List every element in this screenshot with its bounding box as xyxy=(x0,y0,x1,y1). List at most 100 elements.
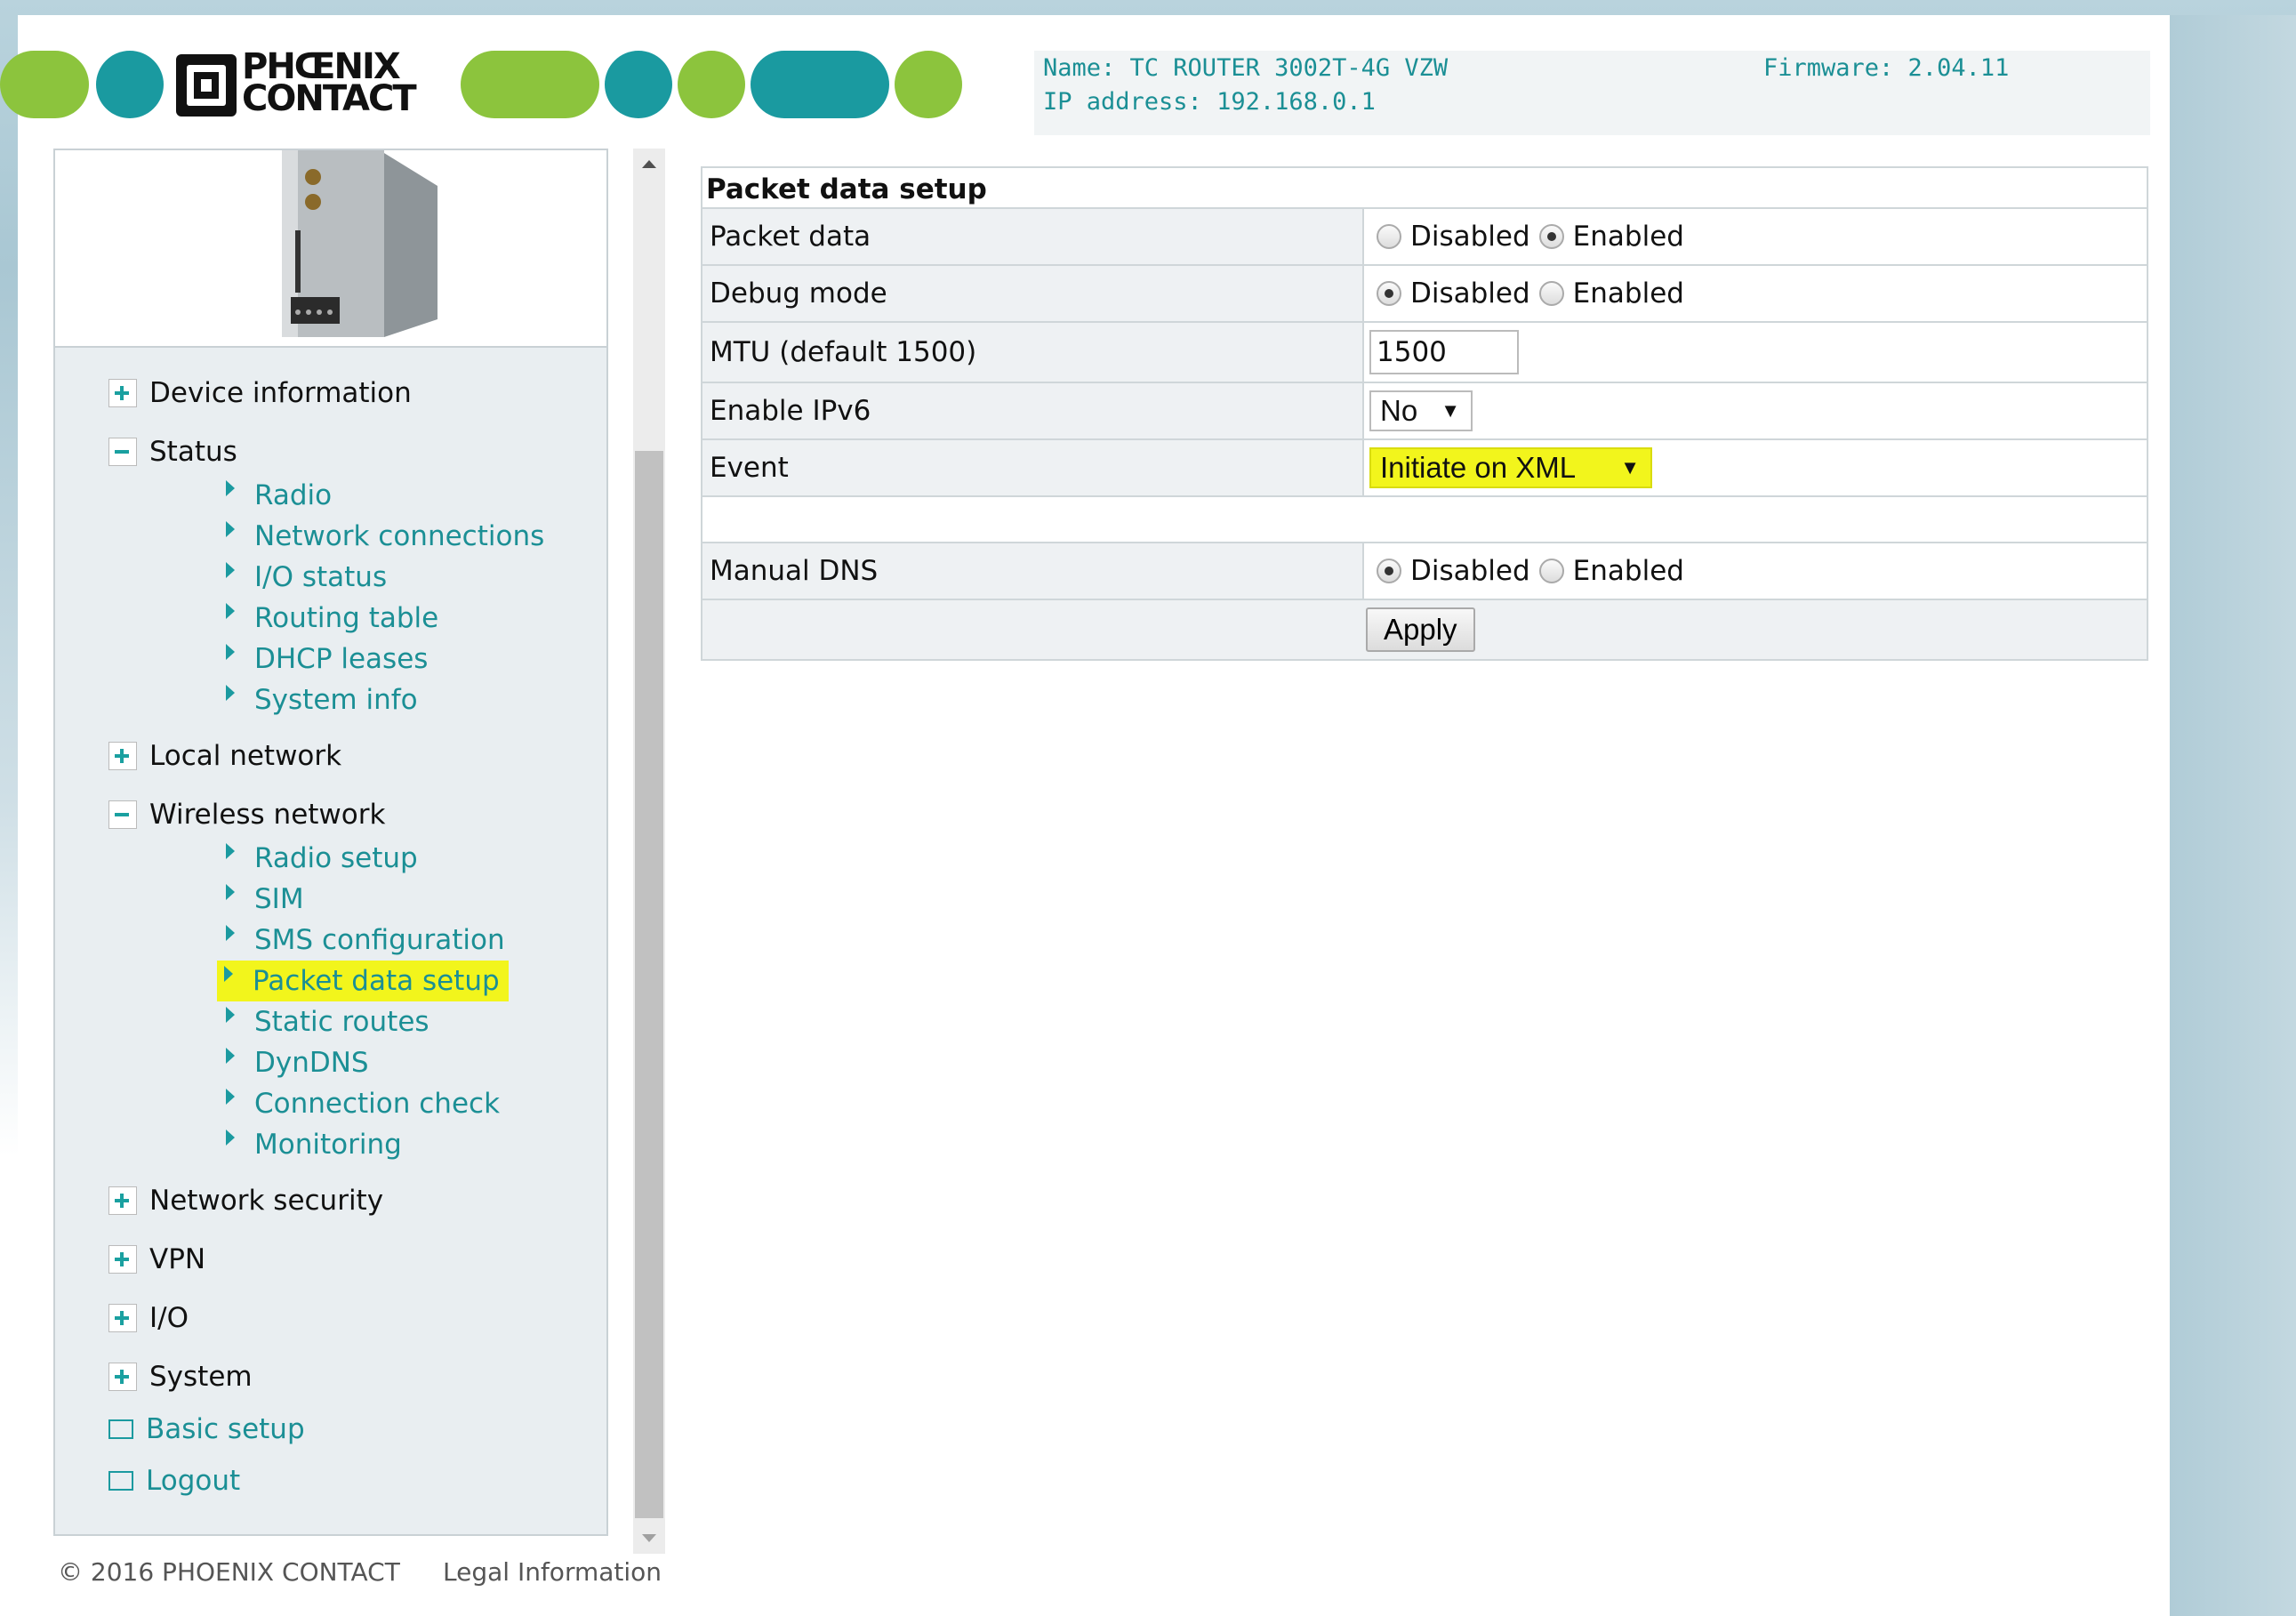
row-mtu: MTU (default 1500) 1500 xyxy=(702,323,2147,383)
nav-logout[interactable]: Logout xyxy=(108,1465,240,1497)
radio-label: Enabled xyxy=(1572,221,1684,253)
minus-icon[interactable] xyxy=(108,800,137,829)
field-value: Initiate on XML ▼ xyxy=(1364,440,2147,495)
minus-icon[interactable] xyxy=(108,438,137,466)
mtu-input[interactable]: 1500 xyxy=(1369,330,1519,374)
nav-label: DHCP leases xyxy=(254,643,429,675)
row-debug-mode: Debug mode Disabled Enabled xyxy=(702,266,2147,323)
field-value: 1500 xyxy=(1364,323,2147,382)
field-label: Event xyxy=(702,440,1364,495)
nav-status[interactable]: Status xyxy=(108,436,237,468)
field-value: Disabled Enabled xyxy=(1364,209,2147,264)
field-label: Enable IPv6 xyxy=(702,383,1364,438)
arrow-right-icon xyxy=(226,884,235,900)
arrow-right-icon xyxy=(226,644,235,660)
nav-label: Radio xyxy=(254,479,333,511)
radio-enabled[interactable] xyxy=(1538,224,1564,249)
radio-label: Disabled xyxy=(1410,277,1530,310)
row-event: Event Initiate on XML ▼ xyxy=(702,440,2147,497)
nav-io[interactable]: I/O xyxy=(108,1302,189,1334)
select-value: Initiate on XML xyxy=(1380,451,1577,484)
nav-io-status[interactable]: I/O status xyxy=(226,561,387,593)
nav-label: Local network xyxy=(149,740,342,772)
radio-enabled[interactable] xyxy=(1538,559,1564,583)
nav-monitoring[interactable]: Monitoring xyxy=(226,1129,402,1161)
nav-device-information[interactable]: Device information xyxy=(108,377,412,409)
nav-radio-setup[interactable]: Radio setup xyxy=(226,842,418,874)
field-label: MTU (default 1500) xyxy=(702,323,1364,382)
plus-icon[interactable] xyxy=(108,1186,137,1215)
row-manual-dns: Manual DNS Disabled Enabled xyxy=(702,543,2147,600)
arrow-right-icon xyxy=(226,562,235,578)
radio-disabled[interactable] xyxy=(1377,559,1401,583)
nav-connection-check[interactable]: Connection check xyxy=(226,1088,500,1120)
nav-system-info[interactable]: System info xyxy=(226,684,418,716)
nav-label: SIM xyxy=(254,883,304,915)
device-image-area xyxy=(55,150,606,348)
apply-button[interactable]: Apply xyxy=(1366,607,1475,652)
arrow-right-icon xyxy=(226,1089,235,1105)
nav-sim[interactable]: SIM xyxy=(226,883,304,915)
sidebar-scrollbar[interactable] xyxy=(633,149,665,1554)
nav-label: Radio setup xyxy=(254,842,418,874)
packet-data-disabled-option[interactable]: Disabled xyxy=(1377,221,1530,253)
nav-label: VPN xyxy=(149,1243,206,1275)
radio-disabled[interactable] xyxy=(1377,224,1401,249)
scrollbar-thumb[interactable] xyxy=(635,451,663,1518)
scroll-up-icon[interactable] xyxy=(633,149,665,181)
nav-label: Basic setup xyxy=(146,1413,305,1445)
nav-wireless-network[interactable]: Wireless network xyxy=(108,799,385,831)
packet-data-enabled-option[interactable]: Enabled xyxy=(1538,221,1684,253)
nav-network-security[interactable]: Network security xyxy=(108,1185,383,1217)
logo-blob xyxy=(605,51,672,118)
radio-enabled[interactable] xyxy=(1538,281,1564,306)
nav-local-network[interactable]: Local network xyxy=(108,740,341,772)
scroll-down-icon[interactable] xyxy=(633,1522,665,1554)
manual-dns-enabled-option[interactable]: Enabled xyxy=(1538,555,1684,587)
row-spacer xyxy=(702,497,2147,543)
logo-blob xyxy=(751,51,889,118)
arrow-right-icon xyxy=(226,521,235,537)
logo-mark-icon xyxy=(176,54,237,117)
dropdown-arrow-icon: ▼ xyxy=(1620,456,1640,478)
debug-mode-disabled-option[interactable]: Disabled xyxy=(1377,277,1530,310)
phoenix-contact-logo: PHŒNIX CONTACT xyxy=(174,49,459,118)
nav-vpn[interactable]: VPN xyxy=(108,1243,205,1275)
nav-packet-data-setup[interactable]: Packet data setup xyxy=(217,961,509,1001)
radio-label: Enabled xyxy=(1572,277,1684,310)
logo-bar: PHŒNIX CONTACT xyxy=(0,49,962,140)
nav-system[interactable]: System xyxy=(108,1361,253,1393)
nav-status-radio[interactable]: Radio xyxy=(226,479,332,511)
logo-blob xyxy=(0,51,89,118)
nav-network-connections[interactable]: Network connections xyxy=(226,520,544,552)
logo-blob xyxy=(96,51,164,118)
nav-dyndns[interactable]: DynDNS xyxy=(226,1047,369,1079)
debug-mode-enabled-option[interactable]: Enabled xyxy=(1538,277,1684,310)
nav-label: Device information xyxy=(149,377,412,409)
nav-basic-setup[interactable]: Basic setup xyxy=(108,1413,305,1445)
legal-information-link[interactable]: Legal Information xyxy=(443,1557,662,1587)
sidebar: Device information Status Radio Network … xyxy=(53,149,608,1536)
enable-ipv6-select[interactable]: No ▼ xyxy=(1369,390,1473,431)
arrow-right-icon xyxy=(226,480,235,496)
nav-label: I/O status xyxy=(254,561,388,593)
plus-icon[interactable] xyxy=(108,1245,137,1274)
nav-label: SMS configuration xyxy=(254,924,505,956)
nav-static-routes[interactable]: Static routes xyxy=(226,1006,429,1038)
nav-routing-table[interactable]: Routing table xyxy=(226,602,438,634)
manual-dns-disabled-option[interactable]: Disabled xyxy=(1377,555,1530,587)
radio-disabled[interactable] xyxy=(1377,281,1401,306)
plus-icon[interactable] xyxy=(108,742,137,770)
event-select[interactable]: Initiate on XML ▼ xyxy=(1369,447,1652,488)
plus-icon[interactable] xyxy=(108,1363,137,1391)
nav-sms-configuration[interactable]: SMS configuration xyxy=(226,924,505,956)
plus-icon[interactable] xyxy=(108,379,137,407)
arrow-right-icon xyxy=(226,1007,235,1023)
radio-label: Enabled xyxy=(1572,555,1684,587)
plus-icon[interactable] xyxy=(108,1304,137,1332)
nav-dhcp-leases[interactable]: DHCP leases xyxy=(226,643,428,675)
nav-label: Routing table xyxy=(254,602,439,634)
logout-icon xyxy=(108,1471,133,1491)
logo-blob xyxy=(678,51,745,118)
nav-label: Static routes xyxy=(254,1006,429,1038)
